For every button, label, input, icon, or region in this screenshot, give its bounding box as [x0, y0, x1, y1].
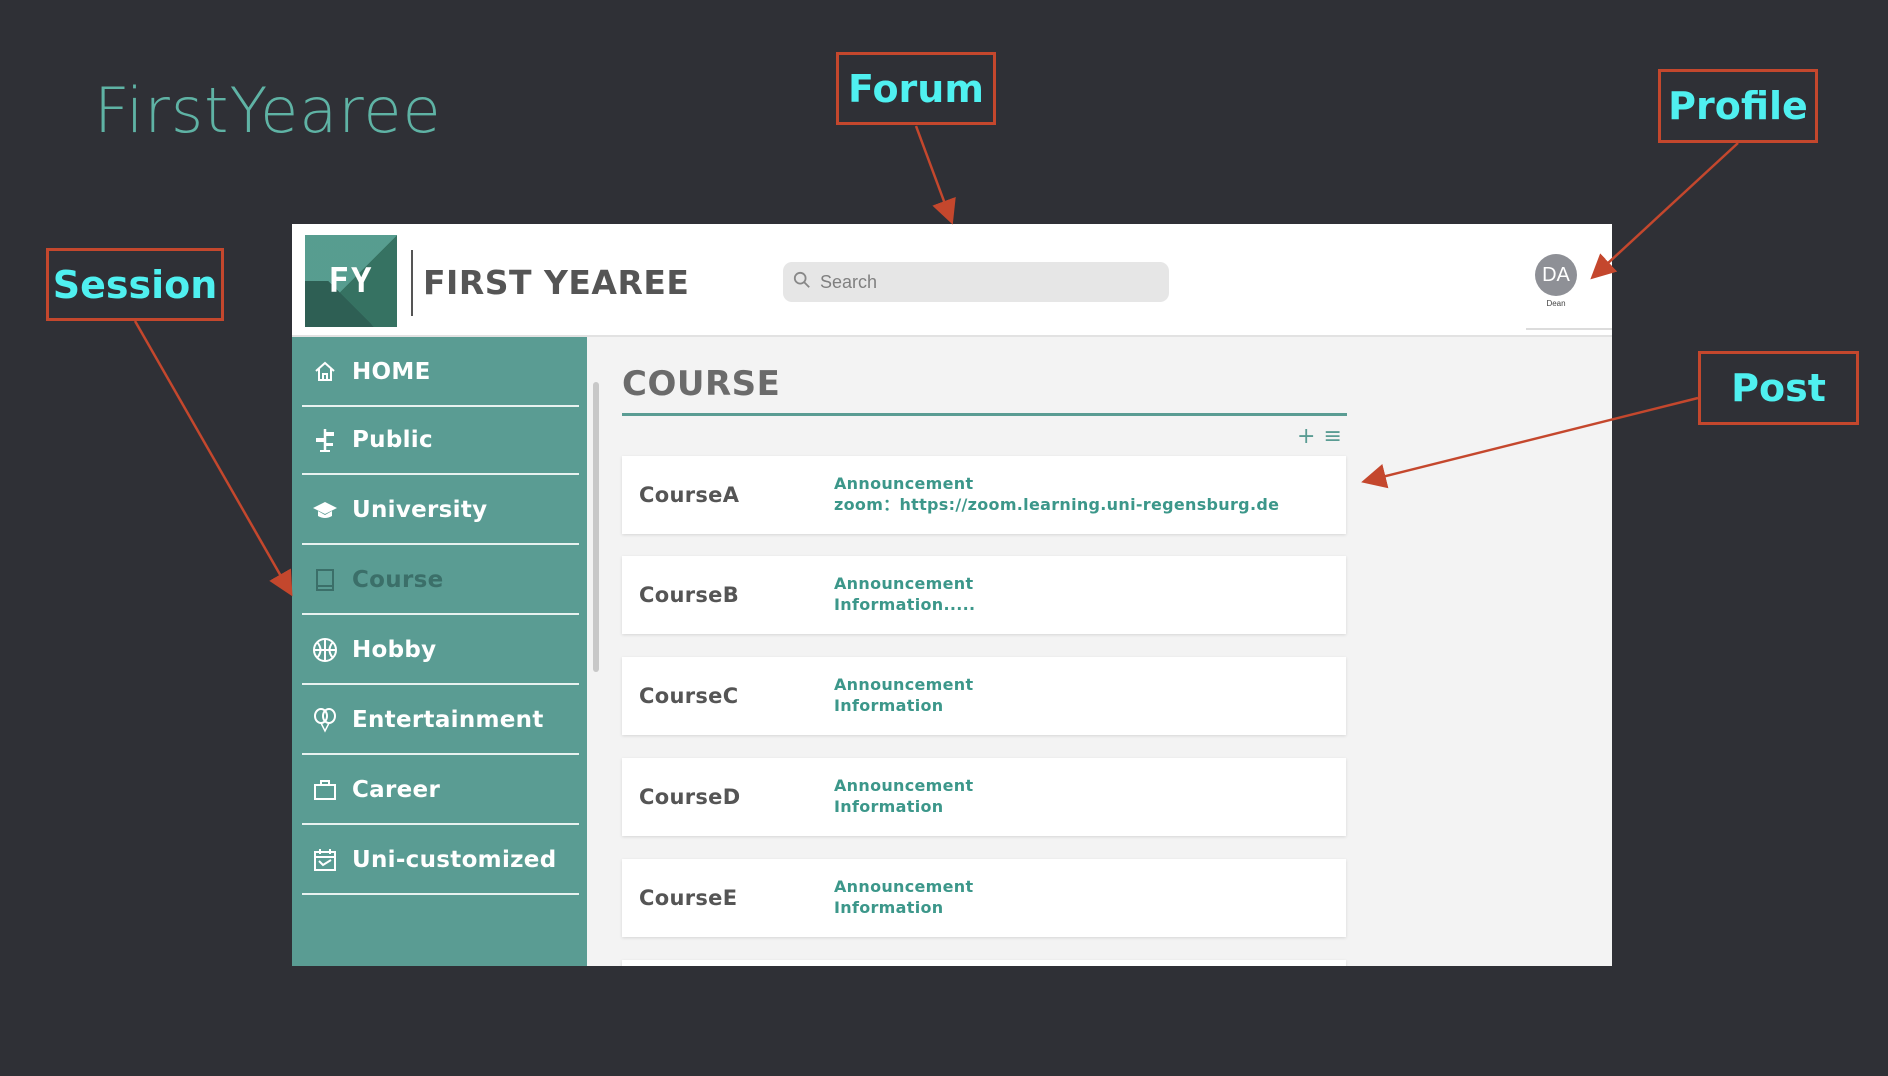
post-card[interactable]: CourseB Announcement Information.....: [622, 556, 1346, 634]
scrollbar[interactable]: [593, 382, 599, 672]
post-line-2: Information: [834, 696, 944, 715]
calendar-icon: [310, 845, 340, 875]
brand-name: FIRST YEAREE: [423, 263, 690, 302]
sidebar-item-label: Entertainment: [352, 707, 544, 733]
sidebar-item-label: Uni-customized: [352, 847, 557, 873]
post-line-1: Announcement: [834, 877, 974, 896]
page-title: COURSE: [622, 364, 781, 404]
post-card[interactable]: CourseE Announcement Information: [622, 859, 1346, 937]
sidebar-item-public[interactable]: Public: [302, 407, 579, 475]
logo-divider: [411, 250, 413, 316]
post-content: Announcement zoom：https://zoom.learning.…: [834, 473, 1279, 515]
post-line-1: Announcement: [834, 574, 974, 593]
post-title: CourseA: [639, 483, 740, 507]
post-content: Announcement Information: [834, 674, 973, 716]
post-line-1: Announcement: [834, 675, 974, 694]
forum-arrow: [914, 125, 956, 225]
post-title: CourseE: [639, 886, 738, 910]
list-icon[interactable]: ≡: [1323, 424, 1341, 449]
briefcase-icon: [310, 775, 340, 805]
post-card[interactable]: [622, 960, 1346, 966]
signpost-icon: [310, 425, 340, 455]
post-content: Announcement Information.....: [834, 573, 975, 615]
post-card[interactable]: CourseA Announcement zoom：https://zoom.l…: [622, 456, 1346, 534]
logo-text: FY: [328, 261, 374, 301]
slide-title: FirstYearee: [94, 74, 442, 147]
sidebar-item-career[interactable]: Career: [302, 757, 579, 825]
post-line-2: Information: [834, 898, 944, 917]
sidebar-item-course[interactable]: Course: [302, 547, 579, 615]
post-line-2: zoom：https://zoom.learning.uni-regensbur…: [834, 495, 1280, 514]
post-toolbar: + ≡: [1297, 424, 1342, 449]
profile-arrow: [1590, 142, 1739, 280]
sidebar-item-label: Public: [352, 427, 433, 453]
basketball-icon: [310, 635, 340, 665]
avatar-divider: [1526, 328, 1612, 330]
top-bar: FY FIRST YEAREE DA Dean: [292, 224, 1612, 337]
forum-callout: Forum: [836, 52, 996, 125]
avatar[interactable]: DA: [1535, 254, 1577, 296]
sidebar-item-hobby[interactable]: Hobby: [302, 617, 579, 685]
sidebar-item-label: Course: [352, 567, 444, 593]
sidebar-item-uni-customized[interactable]: Uni-customized: [302, 827, 579, 895]
logo[interactable]: FY: [305, 235, 397, 327]
post-content: Announcement Information: [834, 876, 973, 918]
book-icon: [310, 565, 340, 595]
post-title: CourseC: [639, 684, 739, 708]
app-window: FY FIRST YEAREE DA Dean HOME Public: [292, 224, 1612, 966]
graduation-cap-icon: [310, 495, 340, 525]
post-title: CourseD: [639, 785, 741, 809]
add-icon[interactable]: +: [1297, 424, 1315, 449]
sidebar: HOME Public University Course Hobby Ente…: [292, 337, 587, 966]
post-card[interactable]: CourseC Announcement Information: [622, 657, 1346, 735]
profile-callout: Profile: [1658, 69, 1818, 143]
post-line-2: Information: [834, 797, 944, 816]
post-line-1: Announcement: [834, 776, 974, 795]
sidebar-item-label: Career: [352, 777, 441, 803]
balloons-icon: [310, 705, 340, 735]
search-input[interactable]: [820, 271, 1150, 293]
home-icon: [310, 357, 340, 387]
search-icon: [793, 271, 811, 293]
title-underline: [622, 413, 1347, 416]
post-content: Announcement Information: [834, 775, 973, 817]
session-arrow: [133, 320, 293, 597]
post-title: CourseB: [639, 583, 739, 607]
post-line-2: Information.....: [834, 595, 976, 614]
search-bar[interactable]: [783, 262, 1169, 302]
sidebar-item-label: Hobby: [352, 637, 437, 663]
post-card[interactable]: CourseD Announcement Information: [622, 758, 1346, 836]
post-callout: Post: [1698, 351, 1859, 425]
avatar-username: Dean: [1546, 299, 1566, 308]
post-line-1: Announcement: [834, 474, 974, 493]
sidebar-item-home[interactable]: HOME: [302, 339, 579, 407]
sidebar-item-university[interactable]: University: [302, 477, 579, 545]
sidebar-item-label: University: [352, 497, 488, 523]
sidebar-item-entertainment[interactable]: Entertainment: [302, 687, 579, 755]
session-callout: Session: [46, 248, 224, 321]
sidebar-item-label: HOME: [352, 359, 431, 385]
